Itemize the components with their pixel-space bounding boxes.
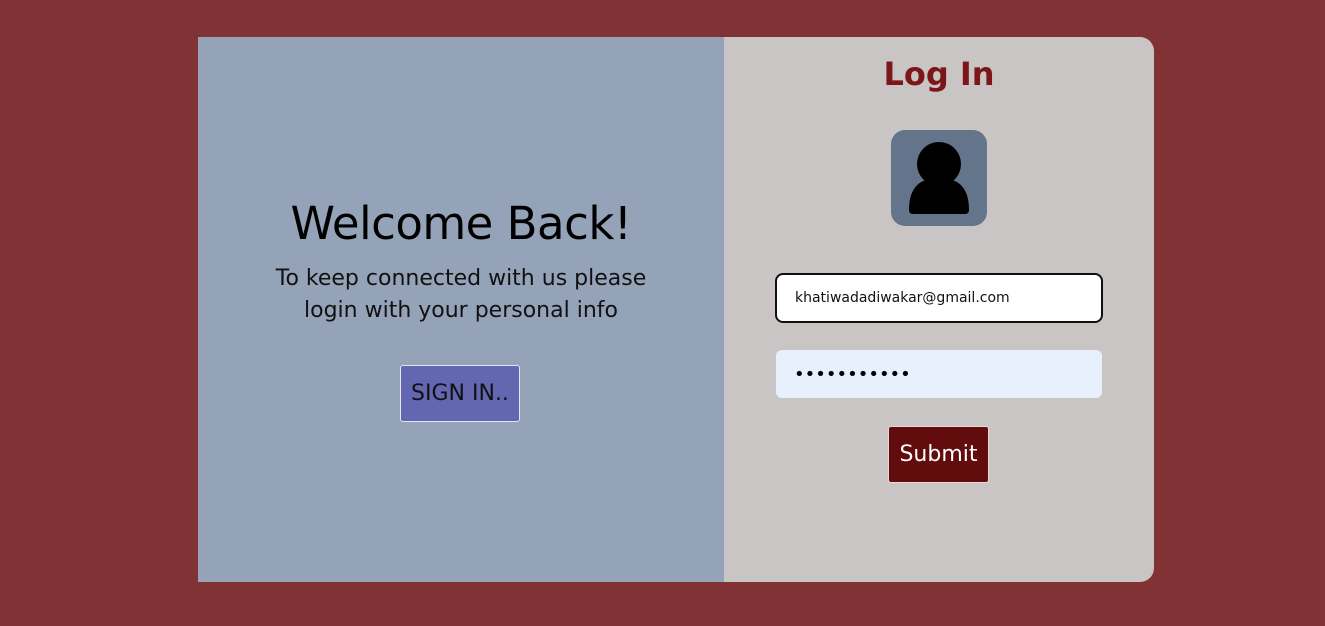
welcome-title: Welcome Back! [290,197,632,250]
login-card: Welcome Back! To keep connected with us … [198,37,1154,582]
avatar [891,130,987,226]
email-field[interactable] [775,273,1103,323]
welcome-panel: Welcome Back! To keep connected with us … [198,37,724,582]
user-icon [909,142,969,214]
welcome-message: To keep connected with us please login w… [275,266,647,323]
submit-button[interactable]: Submit [888,426,989,483]
password-field[interactable] [776,350,1102,398]
login-panel: Log In Submit [724,37,1154,582]
sign-in-button[interactable]: SIGN IN.. [400,365,520,422]
login-title: Log In [883,55,995,93]
